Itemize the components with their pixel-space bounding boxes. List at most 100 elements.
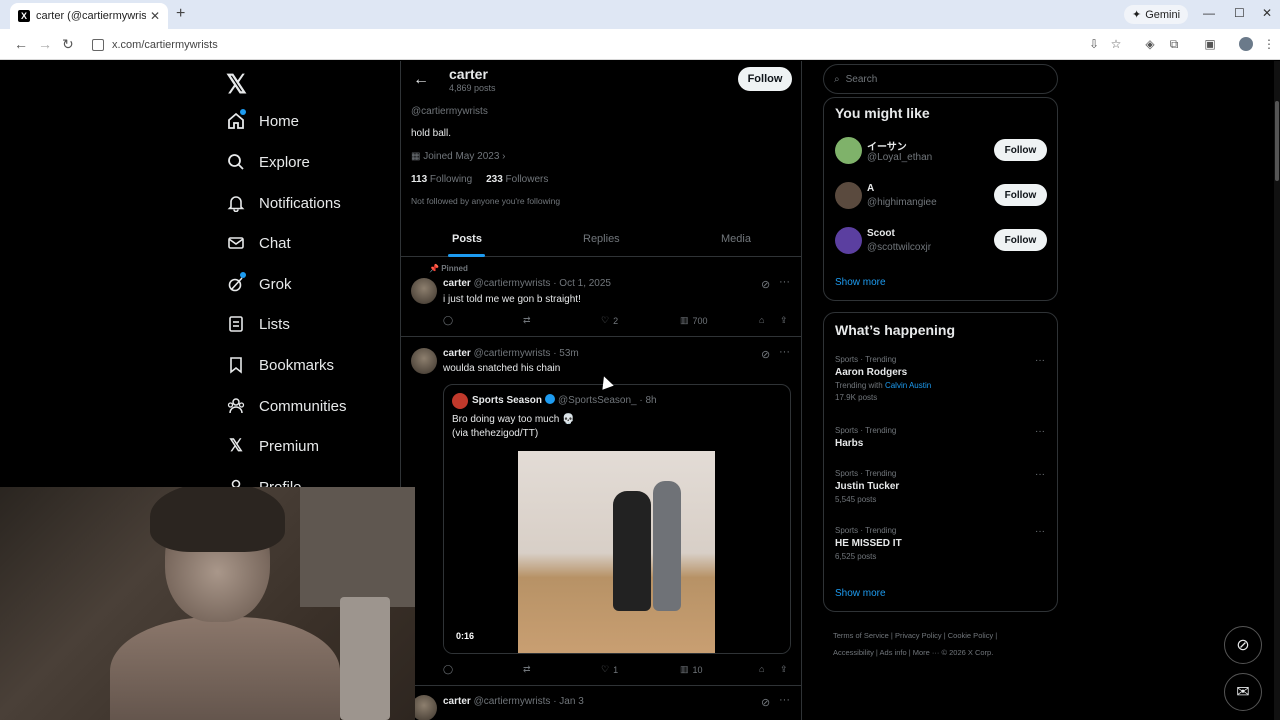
avatar[interactable] — [411, 348, 437, 374]
nav-grok[interactable]: Grok — [226, 272, 292, 294]
following-link[interactable]: 113 Following — [411, 174, 472, 185]
author-name[interactable]: carter — [443, 696, 471, 707]
views-button[interactable]: ▥ 10 — [680, 664, 703, 675]
address-bar[interactable]: x.com/cartiermywrists — [84, 33, 1084, 56]
followers-count: 233 — [486, 174, 503, 185]
show-more-link[interactable]: Show more — [835, 277, 886, 288]
trend-item[interactable]: Sports · Trending HE MISSED IT 6,525 pos… — [835, 526, 1047, 561]
heart-icon: ♡ — [601, 664, 610, 674]
search-input[interactable]: ⌕ Search — [823, 64, 1058, 94]
trend-item[interactable]: Sports · Trending Harbs ··· — [835, 426, 1047, 449]
tab-replies[interactable]: Replies — [583, 233, 620, 245]
more-options-icon[interactable]: ··· — [779, 346, 790, 358]
avatar[interactable] — [411, 278, 437, 304]
like-button[interactable]: ♡ 2 — [601, 315, 618, 326]
suggestion-handle: @scottwilcoxjr — [867, 242, 932, 253]
nav-home[interactable]: Home — [226, 109, 299, 131]
footer-links: Terms of Service | Privacy Policy | Cook… — [833, 627, 1053, 661]
list-icon — [226, 314, 246, 334]
nav-bookmarks[interactable]: Bookmarks — [226, 355, 334, 375]
show-more-link[interactable]: Show more — [835, 588, 886, 599]
quote-avatar — [452, 393, 468, 409]
install-icon[interactable]: ⇩ — [1087, 37, 1101, 51]
browser-tab[interactable]: X carter (@cartiermywrists) / X ✕ — [10, 3, 168, 29]
menu-icon[interactable]: ⋮ — [1262, 37, 1276, 51]
share-icon[interactable]: ⇪ — [780, 315, 788, 326]
nav-premium[interactable]: 𝕏 Premium — [226, 436, 319, 456]
follow-button[interactable]: Follow — [994, 229, 1047, 251]
like-button[interactable]: ♡ 1 — [601, 664, 618, 675]
tab-posts[interactable]: Posts — [452, 233, 482, 245]
author-name[interactable]: carter — [443, 348, 471, 359]
post-item[interactable]: carter @cartiermywrists · 53m woulda sna… — [401, 338, 801, 686]
trend-link[interactable]: Calvin Austin — [885, 381, 931, 390]
post-item[interactable]: 📌 Pinned carter @cartiermywrists · Oct 1… — [401, 258, 801, 337]
sidepanel-icon[interactable]: ▣ — [1203, 37, 1217, 51]
nav-communities[interactable]: Communities — [226, 396, 347, 416]
forward-icon[interactable]: → — [38, 36, 52, 52]
quoted-post[interactable]: Sports Season @SportsSeason_ · 8h Bro doi… — [443, 384, 791, 654]
grok-icon[interactable]: ⊘ — [761, 348, 770, 361]
trend-item[interactable]: Sports · Trending Justin Tucker 5,545 po… — [835, 469, 1047, 504]
views-button[interactable]: ▥ 700 — [680, 315, 708, 326]
followers-link[interactable]: 233 Followers — [486, 174, 548, 185]
reply-icon[interactable]: ◯ — [443, 315, 453, 326]
bell-icon — [226, 193, 246, 213]
close-tab-icon[interactable]: ✕ — [150, 9, 160, 23]
reload-icon[interactable]: ↻ — [62, 36, 74, 53]
bookmark-star-icon[interactable]: ☆ — [1109, 37, 1123, 51]
x-icon: 𝕏 — [229, 436, 243, 455]
extensions-icon[interactable]: ⧉ — [1167, 37, 1181, 51]
nav-explore[interactable]: Explore — [226, 152, 310, 172]
reply-icon[interactable]: ◯ — [443, 664, 453, 675]
trend-post-count: 5,545 posts — [835, 495, 877, 504]
grok-icon[interactable]: ⊘ — [761, 696, 770, 709]
profile-avatar[interactable] — [1239, 37, 1253, 51]
follow-button[interactable]: Follow — [994, 184, 1047, 206]
suggestion-item[interactable]: Scoot @scottwilcoxjr Follow — [835, 226, 1047, 256]
more-options-icon[interactable]: ··· — [1035, 426, 1045, 437]
grok-fab-icon[interactable]: ⊘ — [1224, 626, 1262, 664]
more-options-icon[interactable]: ··· — [779, 276, 790, 288]
suggestion-item[interactable]: イーサン @LoyaI_ethan Follow — [835, 136, 1047, 166]
tab-media[interactable]: Media — [721, 233, 751, 245]
back-arrow-icon[interactable]: ← — [413, 71, 429, 89]
gemini-button[interactable]: ✦ Gemini — [1124, 5, 1189, 24]
page-scrollbar[interactable] — [1274, 61, 1280, 720]
footer-line-1[interactable]: Terms of Service | Privacy Policy | Cook… — [833, 627, 1053, 644]
suggestion-item[interactable]: A @highimangiee Follow — [835, 181, 1047, 211]
like-count: 1 — [613, 664, 619, 675]
trend-category: Sports · Trending — [835, 426, 897, 435]
bookmark-icon[interactable]: ⌂ — [759, 315, 764, 325]
footer-line-2[interactable]: Accessibility | Ads info | More ··· © 20… — [833, 644, 1053, 661]
minimize-icon[interactable]: — — [1203, 6, 1215, 20]
nav-notifications[interactable]: Notifications — [226, 193, 341, 213]
close-window-icon[interactable]: ✕ — [1262, 6, 1272, 20]
repost-icon[interactable]: ⇄ — [523, 664, 531, 675]
shield-icon[interactable]: ◈ — [1143, 37, 1157, 51]
more-options-icon[interactable]: ··· — [1035, 355, 1045, 366]
nav-lists[interactable]: Lists — [226, 314, 290, 334]
site-info-icon[interactable] — [92, 38, 104, 51]
follow-button[interactable]: Follow — [994, 139, 1047, 161]
search-placeholder: Search — [845, 73, 878, 85]
bookmark-icon[interactable]: ⌂ — [759, 664, 764, 674]
x-logo-icon[interactable]: 𝕏 — [226, 69, 247, 100]
nav-chat[interactable]: Chat — [226, 233, 291, 253]
back-icon[interactable]: ← — [14, 36, 28, 52]
messages-fab-icon[interactable]: ✉ — [1224, 673, 1262, 711]
more-options-icon[interactable]: ··· — [779, 694, 790, 706]
repost-icon[interactable]: ⇄ — [523, 315, 531, 326]
maximize-icon[interactable]: ☐ — [1234, 6, 1245, 20]
video-player[interactable]: 0:16 — [444, 451, 790, 653]
post-item[interactable]: carter @cartiermywrists · Jan 3 ⊘ ··· — [401, 687, 801, 720]
author-name[interactable]: carter — [443, 278, 471, 289]
share-icon[interactable]: ⇪ — [780, 664, 788, 675]
follow-button[interactable]: Follow — [738, 67, 792, 91]
grok-icon[interactable]: ⊘ — [761, 278, 770, 291]
new-tab-icon[interactable]: + — [176, 5, 185, 23]
trend-item[interactable]: Sports · Trending Aaron Rodgers Trending… — [835, 355, 1047, 402]
scroll-thumb[interactable] — [1275, 101, 1279, 181]
more-options-icon[interactable]: ··· — [1035, 469, 1045, 480]
more-options-icon[interactable]: ··· — [1035, 526, 1045, 537]
